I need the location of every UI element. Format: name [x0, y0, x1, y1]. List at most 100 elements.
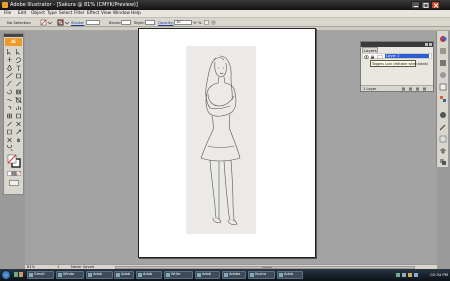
- menu-select[interactable]: Select: [59, 11, 72, 16]
- layer-row[interactable]: Layer 1: [362, 53, 432, 59]
- layers-panel: Layers Layer 1 Toggles Lock (editable wh…: [360, 41, 434, 92]
- menu-object[interactable]: Object: [31, 11, 45, 16]
- eyedropper-icon[interactable]: [6, 121, 13, 127]
- zoom-icon[interactable]: [6, 145, 13, 151]
- taskbar-task-button[interactable]: Windo: [56, 271, 84, 279]
- opacity-unit: %: [198, 20, 202, 25]
- layer-name[interactable]: Layer 1: [385, 54, 429, 58]
- taskbar-task-label: Gmail: [34, 272, 45, 276]
- taskbar-task-button[interactable]: Gmail: [27, 271, 54, 279]
- layers-panel-footer: 1 Layer: [361, 85, 433, 91]
- fill-swatch[interactable]: [40, 19, 54, 26]
- appearance-panel-icon[interactable]: [439, 83, 447, 91]
- brush-dropdown[interactable]: [121, 20, 131, 25]
- scissors-icon[interactable]: [6, 137, 13, 143]
- taskbar-task-button[interactable]: Adobe: [222, 271, 246, 279]
- panel-menu-icon[interactable]: [211, 20, 216, 25]
- menu-view[interactable]: View: [101, 11, 111, 16]
- quick-launch-icons[interactable]: [14, 271, 24, 279]
- swatches-panel-icon[interactable]: [439, 111, 447, 119]
- close-button[interactable]: [431, 1, 440, 9]
- color-mode-buttons[interactable]: [7, 171, 21, 176]
- scale-icon[interactable]: [15, 89, 22, 95]
- slice-icon[interactable]: [15, 129, 22, 135]
- taskbar-task-label: Adob: [284, 272, 294, 276]
- app-icon: [88, 273, 92, 277]
- screen-mode-icon[interactable]: [9, 180, 19, 186]
- menu-type[interactable]: Type: [47, 11, 57, 16]
- symbols-panel-icon[interactable]: [439, 135, 447, 143]
- stroke-weight-field[interactable]: [86, 20, 100, 25]
- rotate-icon[interactable]: [6, 89, 13, 95]
- menu-effect[interactable]: Effect: [87, 11, 99, 16]
- menu-help[interactable]: Help: [131, 11, 141, 16]
- document-setup-icon[interactable]: [204, 20, 209, 25]
- lock-tooltip: Toggles Lock (editable when blank): [370, 60, 428, 67]
- column-graph-icon[interactable]: [15, 105, 22, 111]
- taskbar-task-button[interactable]: Write: [164, 271, 193, 279]
- rectangle-tool-icon[interactable]: [15, 73, 22, 79]
- menu-window[interactable]: Window: [113, 11, 130, 16]
- symbol-sprayer-icon[interactable]: [6, 105, 13, 111]
- start-button[interactable]: [1, 270, 11, 280]
- pathfinder-panel-icon[interactable]: [439, 158, 447, 166]
- gradient-panel-icon[interactable]: [439, 59, 447, 67]
- tools-panel-header[interactable]: [4, 34, 23, 37]
- color-panel-icon[interactable]: [439, 35, 447, 43]
- warp-icon[interactable]: [6, 97, 13, 103]
- pencil-icon[interactable]: [15, 81, 22, 87]
- fill-stroke-swatches[interactable]: [7, 154, 21, 168]
- stroke-label[interactable]: Stroke:: [71, 20, 84, 25]
- paintbrush-icon[interactable]: [6, 81, 13, 87]
- taskbar-task-button[interactable]: Adob: [195, 271, 220, 279]
- scrollbar-thumb[interactable]: [262, 267, 272, 268]
- stroke-panel-icon[interactable]: [439, 47, 447, 55]
- line-tool-icon[interactable]: [6, 73, 13, 79]
- taskbar-task-label: Adob: [121, 272, 131, 276]
- taskbar-task-button[interactable]: Ilustra: [248, 271, 275, 279]
- magic-wand-icon[interactable]: [6, 57, 13, 63]
- taskbar-task-button[interactable]: Adob: [86, 271, 113, 279]
- gradient-icon[interactable]: [15, 113, 22, 119]
- taskbar-task-button[interactable]: Adob: [114, 271, 134, 279]
- layer-action-buttons[interactable]: [401, 87, 431, 91]
- mesh-icon[interactable]: [6, 113, 13, 119]
- blend-icon[interactable]: [15, 121, 22, 127]
- taskbar-task-button[interactable]: Adob: [136, 271, 162, 279]
- menu-edit[interactable]: Edit: [18, 11, 26, 16]
- lock-toggle-icon[interactable]: [370, 54, 375, 59]
- opacity-label[interactable]: Opacity:: [158, 20, 174, 25]
- taskbar-task-button[interactable]: Adob: [277, 271, 303, 279]
- pen-tool-icon[interactable]: [6, 65, 13, 71]
- transparency-panel-icon[interactable]: [439, 71, 447, 79]
- brushes-panel-icon[interactable]: [439, 123, 447, 131]
- taskbar-task-label: Adobe: [229, 272, 241, 276]
- windows-taskbar: Gmail Windo Adob Adob Adob Write Adob Adobe Ilus…: [0, 269, 450, 281]
- stroke-swatch[interactable]: [57, 19, 71, 26]
- align-panel-icon[interactable]: [439, 147, 447, 155]
- opacity-field[interactable]: 10: [174, 20, 192, 25]
- lasso-icon[interactable]: [15, 57, 22, 63]
- taskbar-clock[interactable]: 02:34 PM: [430, 272, 448, 277]
- live-paint-icon[interactable]: [6, 129, 13, 135]
- placed-sketch-image[interactable]: [186, 46, 256, 234]
- graphic-styles-panel-icon[interactable]: [439, 95, 447, 103]
- eye-visibility-icon[interactable]: [364, 54, 369, 59]
- style-dropdown[interactable]: [145, 20, 155, 25]
- type-tool-icon[interactable]: [15, 65, 22, 71]
- taskbar-task-label: Ilustra: [255, 272, 267, 276]
- free-transform-icon[interactable]: [15, 97, 22, 103]
- maximize-button[interactable]: [421, 1, 430, 9]
- direct-selection-tool-icon[interactable]: [15, 49, 22, 55]
- minimize-button[interactable]: [411, 1, 420, 9]
- selection-status: No Selection: [7, 20, 31, 25]
- taskbar-task-label: Adob: [143, 272, 153, 276]
- hand-icon[interactable]: [15, 137, 22, 143]
- app-icon: [197, 273, 201, 277]
- opacity-dropdown-chevron-icon[interactable]: [193, 20, 197, 25]
- menu-filter[interactable]: Filter: [74, 11, 85, 16]
- selection-tool-icon[interactable]: [6, 49, 13, 55]
- menu-file[interactable]: File: [4, 11, 11, 16]
- window-title: Adobe Illustrator - [Sakura @ 81% (CMYK/…: [10, 2, 138, 8]
- app-icon: [58, 273, 62, 277]
